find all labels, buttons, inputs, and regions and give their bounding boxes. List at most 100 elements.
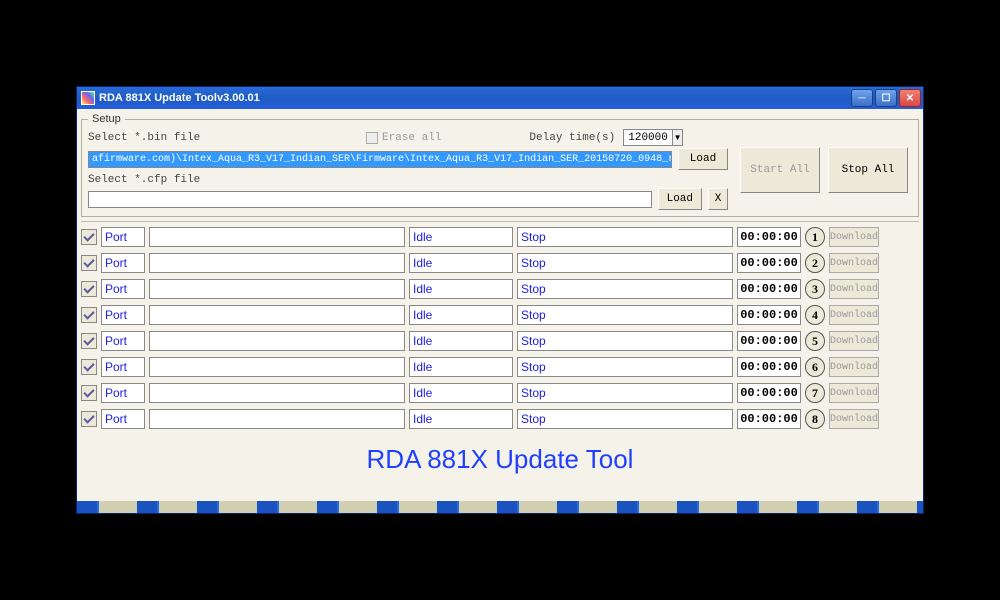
chevron-down-icon[interactable]: ▼ — [672, 130, 682, 145]
check-icon — [83, 308, 94, 319]
setup-legend: Setup — [88, 113, 125, 125]
bin-path-field[interactable]: afirmware.com)\Intex_Aqua_R3_V17_Indian_… — [88, 151, 672, 168]
banner-text: RDA 881X Update Tool — [81, 430, 919, 497]
download-button[interactable]: Download — [829, 279, 879, 299]
port-checkbox[interactable] — [81, 229, 97, 245]
port-stop-status: Stop — [517, 227, 733, 247]
port-number-button[interactable]: 4 — [805, 305, 825, 325]
download-button[interactable]: Download — [829, 253, 879, 273]
cfp-file-label: Select *.cfp file — [88, 174, 218, 186]
check-icon — [83, 360, 94, 371]
port-device-field[interactable] — [149, 357, 405, 377]
port-device-field[interactable] — [149, 227, 405, 247]
port-device-field[interactable] — [149, 383, 405, 403]
port-checkbox[interactable] — [81, 411, 97, 427]
port-timer: 00:00:00 — [737, 279, 801, 299]
port-timer: 00:00:00 — [737, 409, 801, 429]
port-number-button[interactable]: 2 — [805, 253, 825, 273]
port-checkbox[interactable] — [81, 333, 97, 349]
bin-file-label: Select *.bin file — [88, 132, 218, 144]
stop-all-button[interactable]: Stop All — [828, 147, 908, 193]
download-button[interactable]: Download — [829, 305, 879, 325]
divider — [81, 221, 919, 222]
download-button[interactable]: Download — [829, 227, 879, 247]
minimize-button[interactable]: ─ — [851, 89, 873, 107]
port-status: Idle — [409, 305, 513, 325]
port-name[interactable]: Port — [101, 227, 145, 247]
port-row: Port Idle Stop 00:00:00 6 Download — [81, 356, 919, 378]
download-button[interactable]: Download — [829, 331, 879, 351]
port-name[interactable]: Port — [101, 357, 145, 377]
port-status: Idle — [409, 357, 513, 377]
port-stop-status: Stop — [517, 357, 733, 377]
port-status: Idle — [409, 253, 513, 273]
port-device-field[interactable] — [149, 409, 405, 429]
port-timer: 00:00:00 — [737, 227, 801, 247]
port-name[interactable]: Port — [101, 279, 145, 299]
port-device-field[interactable] — [149, 253, 405, 273]
port-status: Idle — [409, 331, 513, 351]
port-row: Port Idle Stop 00:00:00 2 Download — [81, 252, 919, 274]
port-list: Port Idle Stop 00:00:00 1 Download Port … — [81, 226, 919, 430]
port-device-field[interactable] — [149, 331, 405, 351]
window-controls: ─ ☐ ✕ — [851, 89, 921, 107]
port-timer: 00:00:00 — [737, 253, 801, 273]
port-name[interactable]: Port — [101, 383, 145, 403]
erase-all-checkbox[interactable] — [366, 132, 378, 144]
check-icon — [83, 334, 94, 345]
app-window: RDA 881X Update Toolv3.00.01 ─ ☐ ✕ Setup… — [76, 86, 924, 514]
port-status: Idle — [409, 279, 513, 299]
delay-value: 120000 — [624, 132, 672, 144]
client-area: Setup Select *.bin file Erase all Delay … — [77, 109, 923, 501]
port-checkbox[interactable] — [81, 307, 97, 323]
port-number-button[interactable]: 1 — [805, 227, 825, 247]
clear-cfp-button[interactable]: X — [708, 188, 728, 210]
port-stop-status: Stop — [517, 331, 733, 351]
port-timer: 00:00:00 — [737, 383, 801, 403]
port-row: Port Idle Stop 00:00:00 3 Download — [81, 278, 919, 300]
download-button[interactable]: Download — [829, 357, 879, 377]
port-stop-status: Stop — [517, 383, 733, 403]
port-status: Idle — [409, 383, 513, 403]
cfp-path-field[interactable] — [88, 191, 652, 208]
download-button[interactable]: Download — [829, 383, 879, 403]
window-title: RDA 881X Update Toolv3.00.01 — [99, 92, 851, 104]
port-name[interactable]: Port — [101, 305, 145, 325]
port-row: Port Idle Stop 00:00:00 1 Download — [81, 226, 919, 248]
load-bin-button[interactable]: Load — [678, 148, 728, 170]
check-icon — [83, 282, 94, 293]
port-checkbox[interactable] — [81, 255, 97, 271]
port-stop-status: Stop — [517, 305, 733, 325]
load-cfp-button[interactable]: Load — [658, 188, 702, 210]
delay-select[interactable]: 120000 ▼ — [623, 129, 683, 146]
port-name[interactable]: Port — [101, 331, 145, 351]
port-status: Idle — [409, 409, 513, 429]
port-name[interactable]: Port — [101, 253, 145, 273]
close-button[interactable]: ✕ — [899, 89, 921, 107]
port-number-button[interactable]: 5 — [805, 331, 825, 351]
check-icon — [83, 230, 94, 241]
port-row: Port Idle Stop 00:00:00 4 Download — [81, 304, 919, 326]
port-number-button[interactable]: 7 — [805, 383, 825, 403]
port-row: Port Idle Stop 00:00:00 5 Download — [81, 330, 919, 352]
port-timer: 00:00:00 — [737, 331, 801, 351]
check-icon — [83, 386, 94, 397]
port-stop-status: Stop — [517, 253, 733, 273]
start-all-button[interactable]: Start All — [740, 147, 820, 193]
port-checkbox[interactable] — [81, 385, 97, 401]
erase-all-label: Erase all — [382, 132, 441, 144]
taskbar-strip — [77, 501, 923, 513]
port-device-field[interactable] — [149, 279, 405, 299]
port-checkbox[interactable] — [81, 359, 97, 375]
port-number-button[interactable]: 8 — [805, 409, 825, 429]
port-name[interactable]: Port — [101, 409, 145, 429]
port-checkbox[interactable] — [81, 281, 97, 297]
titlebar[interactable]: RDA 881X Update Toolv3.00.01 ─ ☐ ✕ — [77, 87, 923, 109]
port-timer: 00:00:00 — [737, 305, 801, 325]
delay-label: Delay time(s) — [529, 132, 615, 144]
port-number-button[interactable]: 3 — [805, 279, 825, 299]
port-number-button[interactable]: 6 — [805, 357, 825, 377]
port-device-field[interactable] — [149, 305, 405, 325]
maximize-button[interactable]: ☐ — [875, 89, 897, 107]
download-button[interactable]: Download — [829, 409, 879, 429]
